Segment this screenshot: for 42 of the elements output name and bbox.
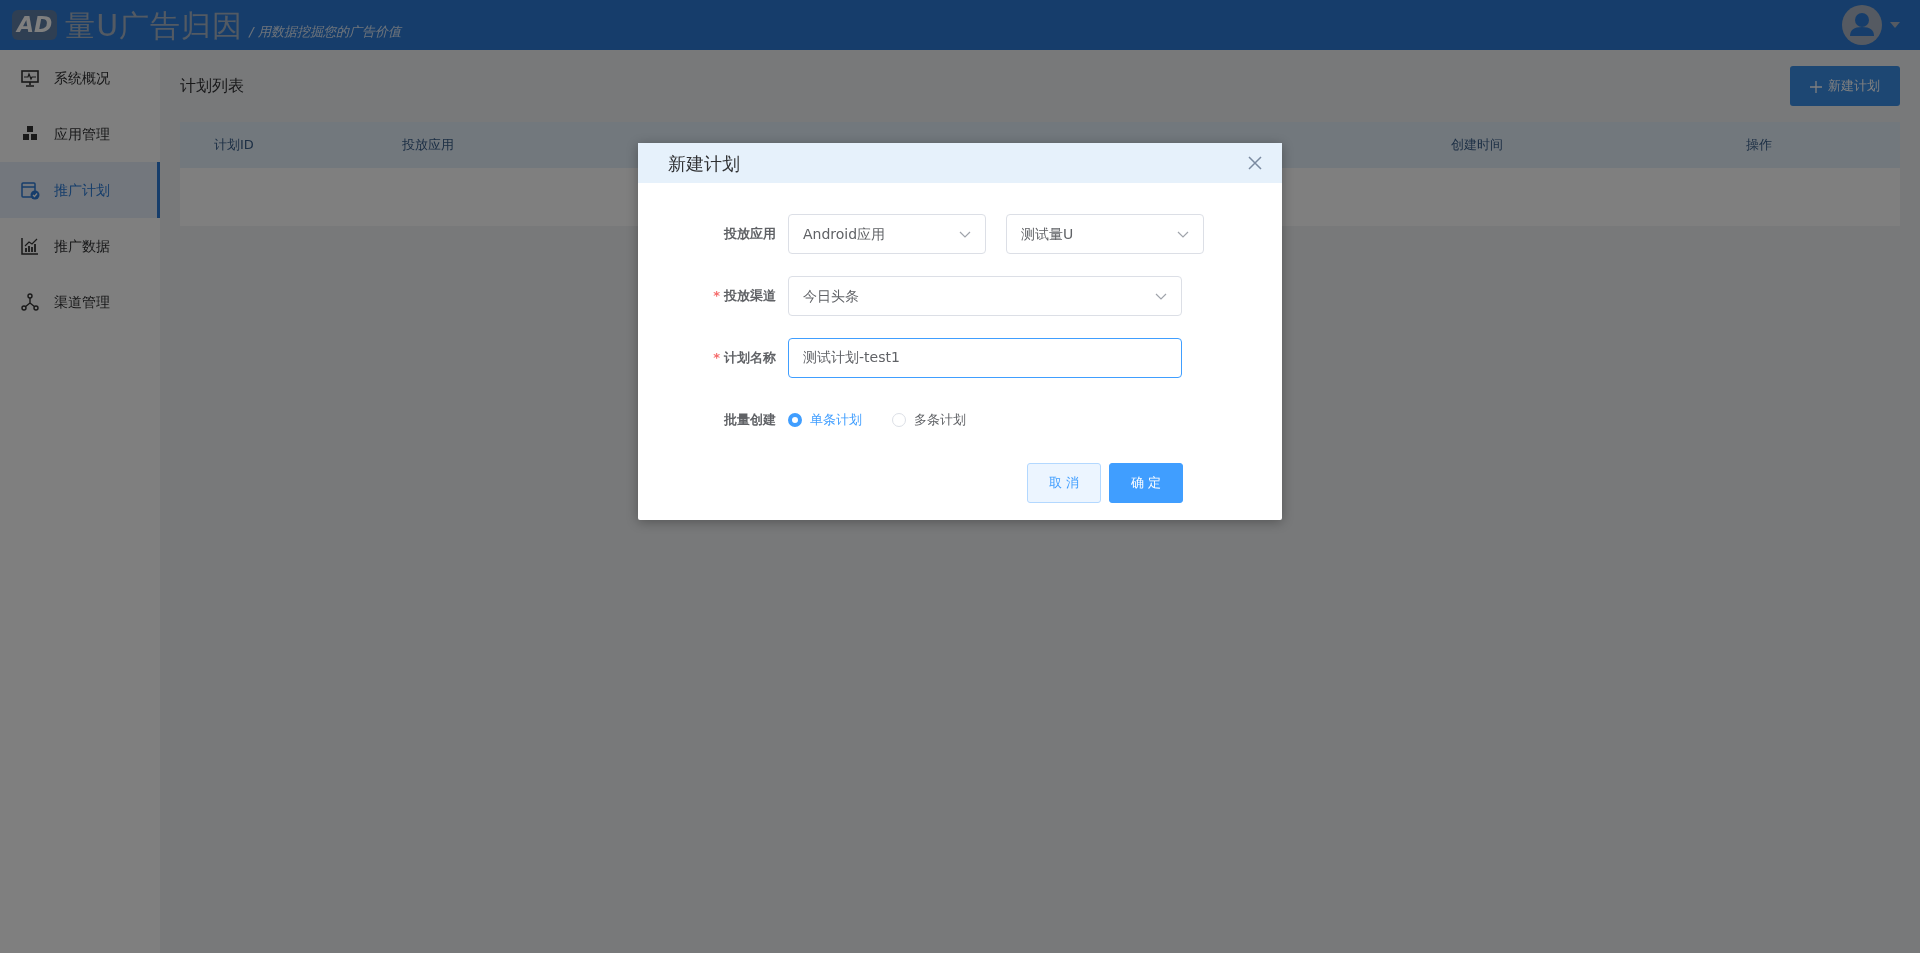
dialog-title: 新建计划 [668, 151, 740, 176]
field-label: 批量创建 [723, 411, 777, 430]
bar-chart-icon [20, 236, 40, 256]
field-label: 投放渠道 [724, 288, 776, 304]
close-icon[interactable] [1248, 156, 1262, 170]
network-icon [20, 292, 40, 312]
select-field[interactable]: 测试量U [1006, 214, 1204, 254]
radio-option[interactable]: 单条计划 [788, 410, 862, 430]
required-mark: * [713, 288, 720, 304]
sidebar-item[interactable]: 应用管理 [0, 106, 160, 162]
slogan: / 用数据挖掘您的广告价值 [249, 23, 401, 42]
chevron-down-icon [959, 230, 971, 238]
select-field[interactable]: Android应用 [788, 214, 986, 254]
sidebar-item[interactable]: 系统概况 [0, 50, 160, 106]
new-plan-button[interactable]: 新建计划 [1790, 66, 1900, 106]
brand-name: 量U广告归因 [65, 6, 244, 45]
cancel-button[interactable]: 取 消 [1027, 463, 1101, 503]
select-field[interactable]: 今日头条 [788, 276, 1182, 316]
confirm-button[interactable]: 确 定 [1109, 463, 1183, 503]
caret-icon [1890, 22, 1900, 28]
monitor-icon [20, 68, 40, 88]
text-input[interactable]: 测试计划-test1 [788, 338, 1182, 378]
sidebar-item[interactable]: 推广计划 [0, 162, 160, 218]
column-header: 创建时间 [1451, 136, 1504, 155]
column-header: 操作 [1746, 136, 1773, 155]
chevron-down-icon [1177, 230, 1189, 238]
plus-icon [1810, 80, 1822, 93]
required-mark: * [713, 350, 720, 366]
user-menu[interactable] [1842, 5, 1900, 45]
sidebar-item[interactable]: 渠道管理 [0, 274, 160, 330]
column-header: 投放应用 [402, 136, 455, 155]
radio-option[interactable]: 多条计划 [892, 410, 966, 430]
sidebar-item[interactable]: 推广数据 [0, 218, 160, 274]
calendar-check-icon [20, 180, 40, 200]
logo-badge: AD [12, 10, 58, 40]
chevron-down-icon [1155, 292, 1167, 300]
avatar-icon [1842, 5, 1882, 45]
column-header: 计划ID [213, 136, 255, 155]
radio-button[interactable] [788, 413, 802, 427]
field-label: 投放应用 [724, 226, 776, 242]
field-label: 计划名称 [724, 350, 776, 366]
page-title: 计划列表 [180, 75, 244, 97]
